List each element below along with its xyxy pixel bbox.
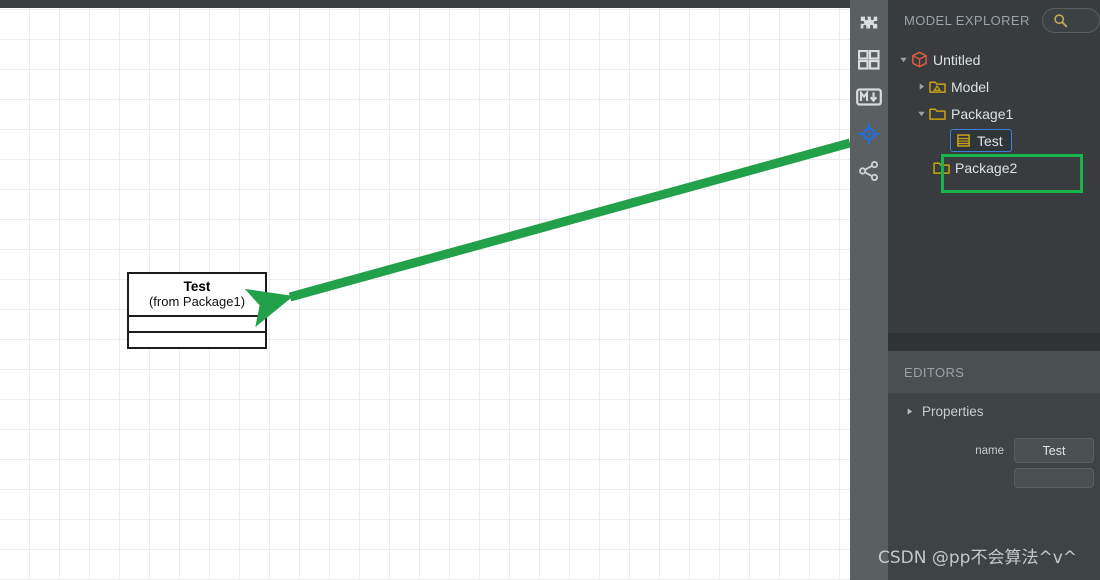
right-panel: MODEL EXPLORER Untitled Model Package1 T… xyxy=(888,0,1100,580)
editors-title: EDITORS xyxy=(904,364,965,380)
chevron-right-icon[interactable] xyxy=(914,73,928,100)
model-tree[interactable]: Untitled Model Package1 Test Package2 xyxy=(888,40,1100,333)
crosshair-target-glyph xyxy=(858,123,880,145)
puzzle-piece-glyph xyxy=(860,16,878,29)
folder-glyph xyxy=(928,108,946,120)
panel-divider xyxy=(888,333,1100,351)
markdown-icon[interactable] xyxy=(854,82,884,112)
chevron-down-glyph xyxy=(899,57,907,63)
property-secondary-input[interactable] xyxy=(1014,468,1094,488)
search-icon xyxy=(1054,13,1067,27)
chevron-right-icon[interactable] xyxy=(902,398,916,425)
tree-item-test[interactable]: Test xyxy=(888,127,1100,154)
chevron-right-glyph xyxy=(919,83,924,90)
uml-class-name: Test xyxy=(183,279,211,294)
crosshair-target-icon[interactable] xyxy=(854,119,884,149)
tree-item-selected-box[interactable]: Test xyxy=(950,129,1012,152)
properties-panel: Properties name Test xyxy=(888,394,1100,580)
share-nodes-glyph xyxy=(859,161,879,181)
grid-squares-icon[interactable] xyxy=(854,45,884,75)
search-input[interactable] xyxy=(1041,7,1100,33)
tree-item-label: Untitled xyxy=(933,51,981,68)
folder-icon xyxy=(932,159,950,177)
tree-item-package2[interactable]: Package2 xyxy=(888,154,1100,181)
uml-class-name-compartment: Test (from Package1) xyxy=(129,274,265,318)
tree-item-package1[interactable]: Package1 xyxy=(888,100,1100,127)
tree-item-label: Package2 xyxy=(955,159,1018,176)
properties-label: Properties xyxy=(922,403,984,419)
properties-section-toggle[interactable]: Properties xyxy=(888,394,1100,428)
editors-header: EDITORS xyxy=(888,351,1100,394)
tree-item-model[interactable]: Model xyxy=(888,73,1100,100)
tool-rail xyxy=(850,0,888,580)
uml-class-qualifier: (from Package1) xyxy=(148,293,246,309)
chevron-down-icon[interactable] xyxy=(914,100,928,127)
class-glyph xyxy=(956,134,970,147)
uml-attributes-compartment[interactable] xyxy=(129,317,265,334)
chevron-down-glyph xyxy=(917,111,925,117)
property-name-row: name Test xyxy=(896,438,1094,463)
tree-item-label: Package1 xyxy=(951,105,1014,122)
grid-squares-glyph xyxy=(858,50,880,70)
cube-glyph xyxy=(911,51,927,68)
tree-item-label: Test xyxy=(977,132,1003,149)
folder-glyph xyxy=(932,162,950,174)
uml-class-shape[interactable]: Test (from Package1) xyxy=(127,272,267,350)
property-name-input[interactable]: Test xyxy=(1014,438,1094,463)
diagram-canvas[interactable]: Test (from Package1) xyxy=(0,0,850,580)
tree-item-untitled[interactable]: Untitled xyxy=(888,46,1100,73)
puzzle-piece-icon[interactable] xyxy=(854,8,884,38)
chevron-down-icon[interactable] xyxy=(896,46,910,73)
property-name-label: name xyxy=(975,444,1004,457)
uml-operations-compartment[interactable] xyxy=(129,333,265,347)
chevron-right-glyph xyxy=(907,407,912,415)
share-nodes-icon[interactable] xyxy=(854,156,884,186)
page-title: MODEL EXPLORER xyxy=(904,12,1030,28)
model-folder-glyph xyxy=(928,81,946,93)
tree-item-label: Model xyxy=(951,78,990,95)
model-folder-icon xyxy=(928,78,946,96)
class-icon xyxy=(954,132,972,150)
folder-icon xyxy=(928,105,946,123)
markdown-glyph xyxy=(856,88,882,106)
canvas-top-strip xyxy=(0,0,850,8)
model-explorer-header: MODEL EXPLORER xyxy=(888,0,1100,40)
cube-icon xyxy=(910,51,928,69)
